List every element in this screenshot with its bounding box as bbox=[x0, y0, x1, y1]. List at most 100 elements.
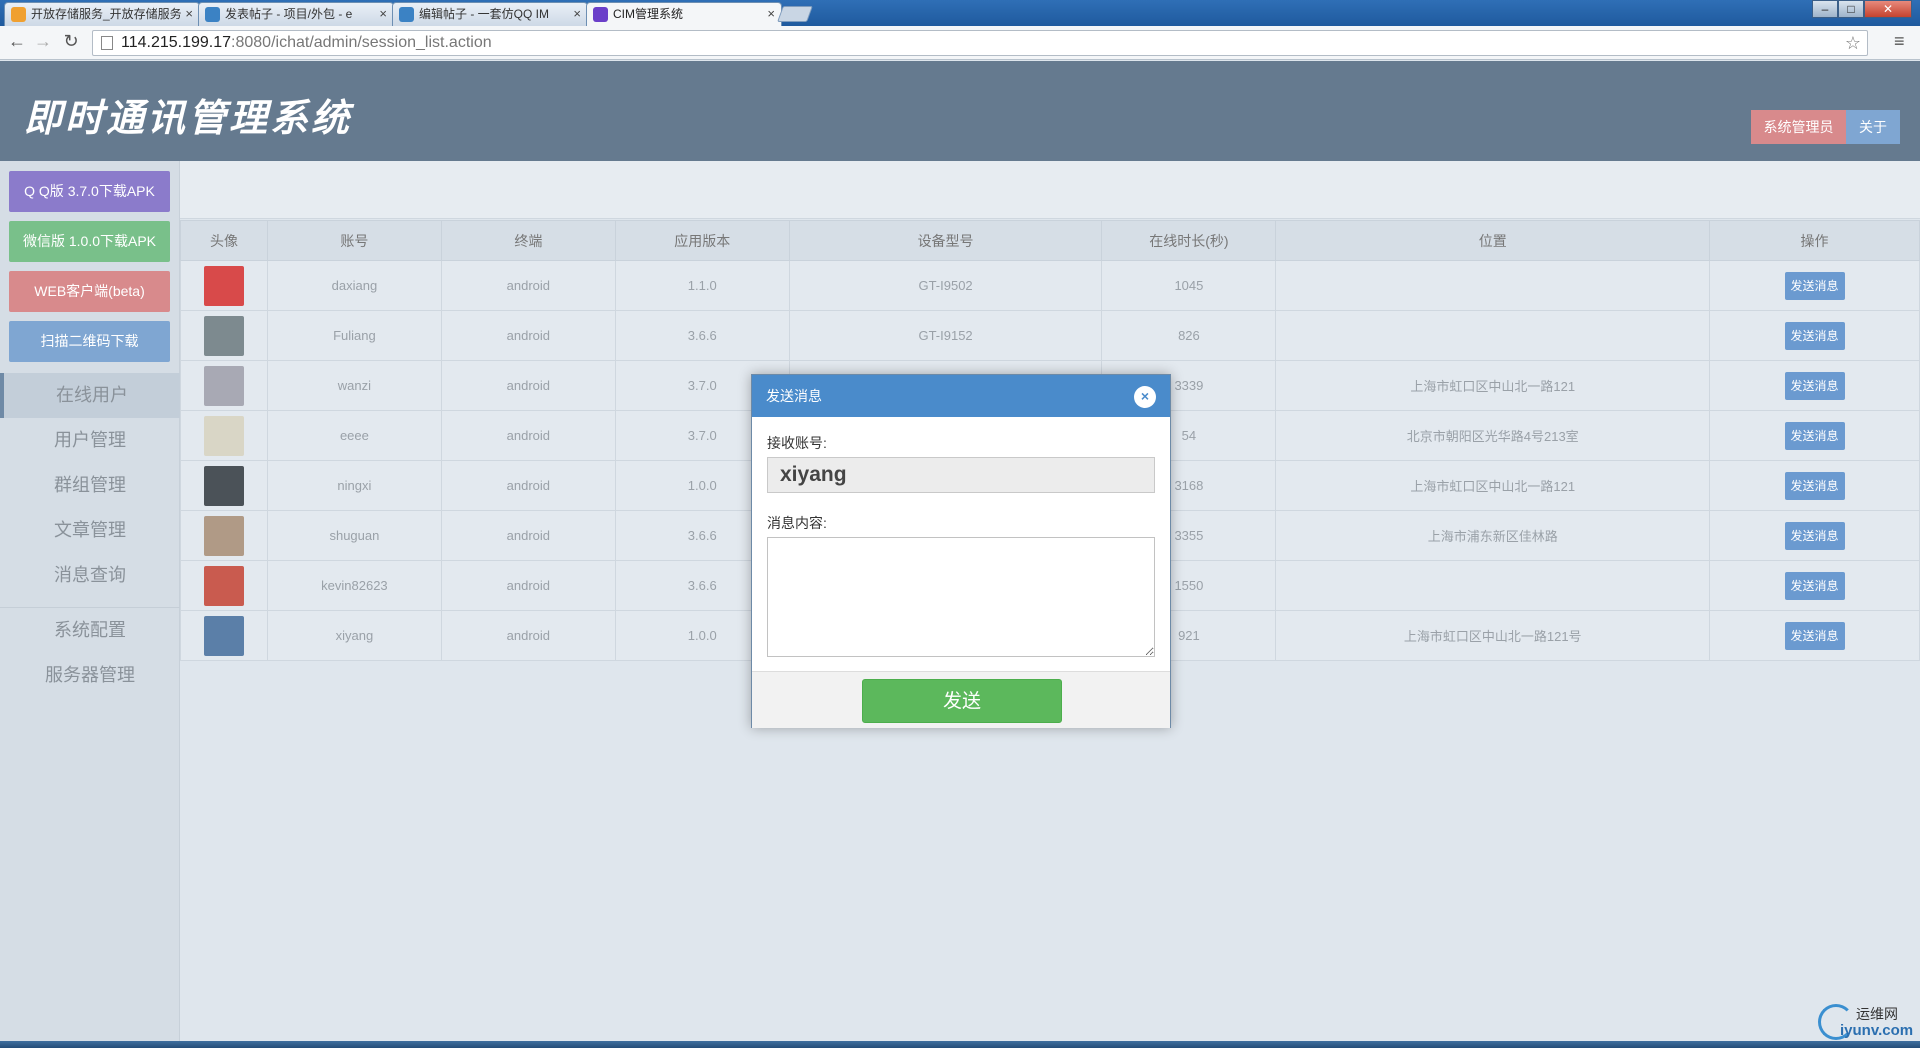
avatar-cell bbox=[180, 260, 268, 311]
terminal-cell: android bbox=[440, 610, 616, 661]
url-host: 114.215.199.17 bbox=[121, 34, 232, 51]
close-icon[interactable]: × bbox=[1134, 386, 1156, 408]
message-content-textarea[interactable] bbox=[767, 537, 1155, 657]
send-message-button[interactable]: 发送消息 bbox=[1784, 421, 1845, 450]
table-row: daxiang android 1.1.0 GT-I9502 1045 发送消息 bbox=[180, 260, 1920, 311]
location-cell: 上海市虹口区中山北一路121 bbox=[1275, 360, 1711, 411]
forum-favicon-icon bbox=[399, 7, 414, 22]
tab-close-icon[interactable]: × bbox=[573, 3, 581, 25]
avatar[interactable] bbox=[203, 415, 244, 456]
send-message-button[interactable]: 发送消息 bbox=[1784, 471, 1845, 500]
browser-tab[interactable]: 开放存储服务_开放存储服务 × bbox=[4, 2, 200, 26]
send-message-button[interactable]: 发送消息 bbox=[1784, 271, 1845, 300]
avatar[interactable] bbox=[203, 265, 244, 306]
send-message-button[interactable]: 发送消息 bbox=[1784, 371, 1845, 400]
tab-label: CIM管理系统 bbox=[613, 7, 683, 21]
location-cell bbox=[1275, 310, 1711, 361]
send-button[interactable]: 发送 bbox=[862, 679, 1062, 723]
send-message-button[interactable]: 发送消息 bbox=[1784, 521, 1845, 550]
avatar-cell bbox=[180, 560, 268, 611]
storage-favicon-icon bbox=[11, 7, 26, 22]
version-cell: 1.1.0 bbox=[614, 260, 790, 311]
location-cell: 上海市虹口区中山北一路121号 bbox=[1275, 610, 1711, 661]
download-wechat-apk-button[interactable]: 微信版 1.0.0下载APK bbox=[9, 221, 170, 262]
column-header: 头像 bbox=[180, 220, 268, 261]
new-tab-button[interactable] bbox=[777, 6, 813, 22]
cim-favicon-icon bbox=[593, 7, 608, 22]
admin-button[interactable]: 系统管理员 bbox=[1751, 110, 1846, 144]
table-row: Fuliang android 3.6.6 GT-I9152 826 发送消息 bbox=[180, 310, 1920, 361]
page-icon bbox=[101, 36, 113, 50]
browser-tab[interactable]: CIM管理系统 × bbox=[586, 2, 782, 26]
avatar[interactable] bbox=[203, 365, 244, 406]
sidebar-item-message-query[interactable]: 消息查询 bbox=[0, 553, 180, 598]
device-cell: GT-I9502 bbox=[788, 260, 1103, 311]
browser-menu-icon[interactable]: ≡ bbox=[1894, 31, 1905, 52]
tab-close-icon[interactable]: × bbox=[379, 3, 387, 25]
avatar[interactable] bbox=[203, 465, 244, 506]
maximize-button[interactable]: □ bbox=[1838, 0, 1864, 18]
send-message-dialog: 发送消息 × 接收账号: xiyang 消息内容: 发送 bbox=[751, 374, 1171, 728]
avatar-cell bbox=[180, 360, 268, 411]
browser-tab[interactable]: 编辑帖子 - 一套仿QQ IM × bbox=[392, 2, 588, 26]
minimize-button[interactable]: – bbox=[1812, 0, 1838, 18]
action-cell: 发送消息 bbox=[1709, 560, 1920, 611]
action-cell: 发送消息 bbox=[1709, 360, 1920, 411]
account-cell: wanzi bbox=[266, 360, 442, 411]
terminal-cell: android bbox=[440, 460, 616, 511]
about-button[interactable]: 关于 bbox=[1846, 110, 1900, 144]
tab-close-icon[interactable]: × bbox=[767, 3, 775, 25]
send-message-button[interactable]: 发送消息 bbox=[1784, 571, 1845, 600]
reload-icon[interactable]: ↻ bbox=[60, 31, 82, 52]
content-label: 消息内容: bbox=[767, 515, 827, 531]
window-close-button[interactable]: ✕ bbox=[1864, 0, 1912, 18]
avatar[interactable] bbox=[203, 615, 244, 656]
tab-close-icon[interactable]: × bbox=[185, 3, 193, 25]
download-qq-apk-button[interactable]: Q Q版 3.7.0下载APK bbox=[9, 171, 170, 212]
column-header: 账号 bbox=[266, 220, 442, 261]
action-cell: 发送消息 bbox=[1709, 310, 1920, 361]
qr-download-button[interactable]: 扫描二维码下载 bbox=[9, 321, 170, 362]
web-client-button[interactable]: WEB客户端(beta) bbox=[9, 271, 170, 312]
column-header: 应用版本 bbox=[614, 220, 790, 261]
location-cell bbox=[1275, 260, 1711, 311]
dialog-title: 发送消息 bbox=[766, 388, 822, 404]
sidebar-item-online-users[interactable]: 在线用户 bbox=[0, 373, 180, 418]
browser-tab[interactable]: 发表帖子 - 项目/外包 - e × bbox=[198, 2, 394, 26]
avatar-cell bbox=[180, 610, 268, 661]
dialog-header: 发送消息 × bbox=[752, 375, 1170, 417]
action-cell: 发送消息 bbox=[1709, 510, 1920, 561]
sidebar-item-server-management[interactable]: 服务器管理 bbox=[0, 653, 180, 698]
avatar[interactable] bbox=[203, 315, 244, 356]
version-cell: 3.6.6 bbox=[614, 310, 790, 361]
location-cell: 北京市朝阳区光华路4号213室 bbox=[1275, 410, 1711, 461]
sidebar-item-system-config[interactable]: 系统配置 bbox=[0, 608, 180, 653]
avatar-cell bbox=[180, 460, 268, 511]
column-header: 操作 bbox=[1709, 220, 1920, 261]
send-message-button[interactable]: 发送消息 bbox=[1784, 621, 1845, 650]
device-cell: GT-I9152 bbox=[788, 310, 1103, 361]
tab-label: 编辑帖子 - 一套仿QQ IM bbox=[419, 7, 549, 21]
account-cell: ningxi bbox=[266, 460, 442, 511]
terminal-cell: android bbox=[440, 510, 616, 561]
bookmark-star-icon[interactable]: ☆ bbox=[1845, 31, 1861, 55]
back-arrow-icon[interactable]: ← bbox=[6, 31, 28, 52]
avatar[interactable] bbox=[203, 565, 244, 606]
sidebar-item-group-management[interactable]: 群组管理 bbox=[0, 463, 180, 508]
action-cell: 发送消息 bbox=[1709, 410, 1920, 461]
receiver-label: 接收账号: bbox=[767, 435, 827, 451]
sidebar-item-user-management[interactable]: 用户管理 bbox=[0, 418, 180, 463]
receiver-account-field[interactable]: xiyang bbox=[767, 457, 1155, 493]
forward-arrow-icon[interactable]: → bbox=[32, 31, 54, 52]
sidebar-item-article-management[interactable]: 文章管理 bbox=[0, 508, 180, 553]
location-cell: 上海市浦东新区佳林路 bbox=[1275, 510, 1711, 561]
sidebar: Q Q版 3.7.0下载APK 微信版 1.0.0下载APK WEB客户端(be… bbox=[0, 161, 180, 1048]
avatar[interactable] bbox=[203, 515, 244, 556]
watermark-logo: 运维网 iyunv.com bbox=[1812, 1000, 1920, 1044]
table-header-row: 头像 账号 终端 应用版本 设备型号 在线时长(秒) 位置 操作 bbox=[180, 220, 1920, 261]
url-input[interactable]: 114.215.199.17:8080/ichat/admin/session_… bbox=[92, 30, 1868, 56]
terminal-cell: android bbox=[440, 310, 616, 361]
app-header: 即时通讯管理系统 系统管理员 关于 bbox=[0, 61, 1920, 161]
send-message-button[interactable]: 发送消息 bbox=[1784, 321, 1845, 350]
account-cell: Fuliang bbox=[266, 310, 442, 361]
